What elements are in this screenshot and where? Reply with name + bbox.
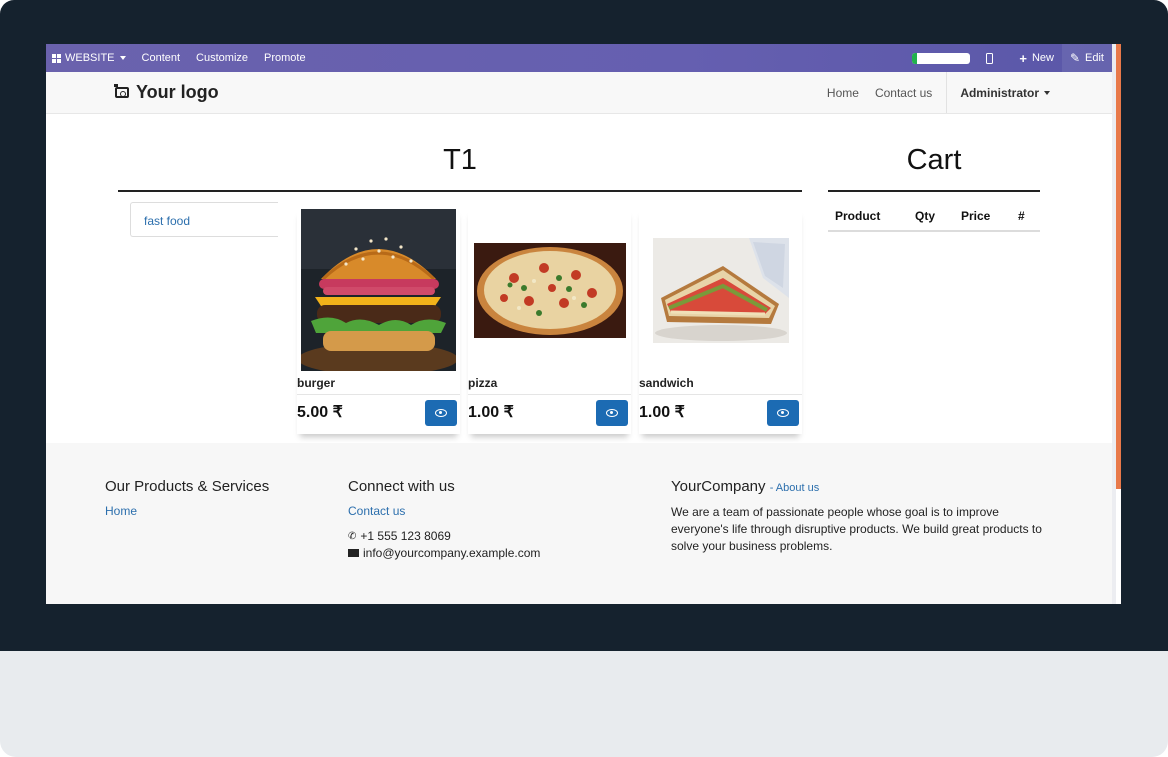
plus-icon: + [1019, 50, 1027, 66]
cart-col-price: Price [961, 209, 991, 223]
logo-text: Your logo [136, 82, 219, 102]
footer-home-link[interactable]: Home [105, 504, 137, 518]
menu-customize[interactable]: Customize [188, 44, 256, 72]
cart-col-actions: # [1018, 209, 1025, 223]
nav-contact-us[interactable]: Contact us [867, 72, 940, 113]
site-header: Your logo Home Contact us Administrator [46, 72, 1112, 114]
browser-screen: WEBSITE Content Customize Promote + New … [46, 44, 1121, 604]
user-name: Administrator [960, 85, 1039, 100]
cart-title-rule [828, 190, 1040, 192]
sandwich-illustration [652, 237, 789, 343]
caret-down-icon [1044, 90, 1050, 95]
cart-table-header: Product Qty Price # [828, 202, 1040, 232]
product-name[interactable]: burger [297, 376, 335, 390]
website-editor-bar: WEBSITE Content Customize Promote + New … [46, 44, 1112, 72]
quick-view-button[interactable] [596, 400, 628, 426]
product-divider [468, 394, 631, 395]
scrollbar-thumb[interactable] [1116, 44, 1121, 489]
caret-down-icon [119, 56, 126, 60]
burger-illustration [301, 209, 456, 371]
apps-grid-icon [52, 53, 61, 63]
product-card-sandwich[interactable]: sandwich 1.00 ₹ [639, 208, 802, 434]
envelope-icon [348, 549, 359, 557]
phone-number: +1 555 123 8069 [360, 529, 451, 543]
product-card-pizza[interactable]: pizza 1.00 ₹ [468, 208, 631, 434]
cart-col-qty: Qty [915, 209, 936, 223]
monitor-frame: WEBSITE Content Customize Promote + New … [0, 0, 1168, 757]
progress-fill [912, 52, 917, 64]
product-name[interactable]: pizza [468, 376, 497, 390]
new-button[interactable]: + New [1011, 44, 1062, 72]
quick-view-button[interactable] [767, 400, 799, 426]
phone-icon: ✆ [348, 530, 357, 542]
menu-content[interactable]: Content [134, 44, 189, 72]
edit-button[interactable]: ✎ Edit [1061, 44, 1112, 72]
burger-image[interactable] [297, 208, 460, 372]
mobile-preview-icon[interactable] [986, 52, 994, 64]
section-title: T1 [443, 144, 477, 176]
footer-products-title: Our Products & Services [105, 478, 270, 495]
product-name[interactable]: sandwich [639, 376, 694, 390]
product-divider [639, 394, 802, 395]
camera-icon [114, 84, 129, 98]
cart-title: Cart [906, 144, 962, 176]
sandwich-image[interactable] [639, 208, 802, 372]
company-name: YourCompany [671, 478, 766, 495]
footer-contact-link[interactable]: Contact us [348, 504, 405, 518]
pencil-icon: ✎ [1069, 51, 1081, 65]
company-description: We are a team of passionate people whose… [671, 505, 1042, 553]
footer-email: info@yourcompany.example.com [348, 546, 540, 560]
main-nav: Home Contact us Administrator [819, 72, 1058, 113]
user-menu[interactable]: Administrator [946, 72, 1058, 113]
edit-button-label: Edit [1085, 52, 1104, 64]
pizza-illustration [473, 242, 626, 338]
about-us-link[interactable]: - About us [770, 482, 820, 494]
new-button-label: New [1031, 52, 1054, 64]
monitor-stand [0, 651, 1168, 757]
website-menu-label: WEBSITE [65, 52, 115, 64]
product-price: 1.00 ₹ [639, 404, 685, 421]
cart-col-product: Product [835, 209, 881, 223]
category-item-fast-food[interactable]: fast food [130, 202, 278, 237]
email-address: info@yourcompany.example.com [363, 546, 541, 560]
quick-view-button[interactable] [425, 400, 457, 426]
product-card-burger[interactable]: burger 5.00 ₹ [297, 208, 460, 434]
eye-icon [777, 409, 789, 417]
menu-promote[interactable]: Promote [256, 44, 314, 72]
eye-icon [435, 409, 447, 417]
site-logo[interactable]: Your logo [114, 82, 219, 103]
footer-phone: ✆ +1 555 123 8069 [348, 529, 451, 543]
footer-connect-title: Connect with us [348, 478, 455, 495]
website-menu[interactable]: WEBSITE [46, 44, 134, 72]
product-price: 1.00 ₹ [468, 404, 514, 421]
site-footer: Our Products & Services Home Connect wit… [46, 443, 1112, 604]
pizza-image[interactable] [468, 208, 631, 372]
product-price: 5.00 ₹ [297, 404, 343, 421]
nav-home[interactable]: Home [819, 72, 867, 113]
footer-company-title: YourCompany - About us [671, 478, 819, 495]
seo-progress-bar [912, 52, 971, 64]
section-title-rule [118, 190, 802, 192]
product-divider [297, 394, 460, 395]
eye-icon [606, 409, 618, 417]
